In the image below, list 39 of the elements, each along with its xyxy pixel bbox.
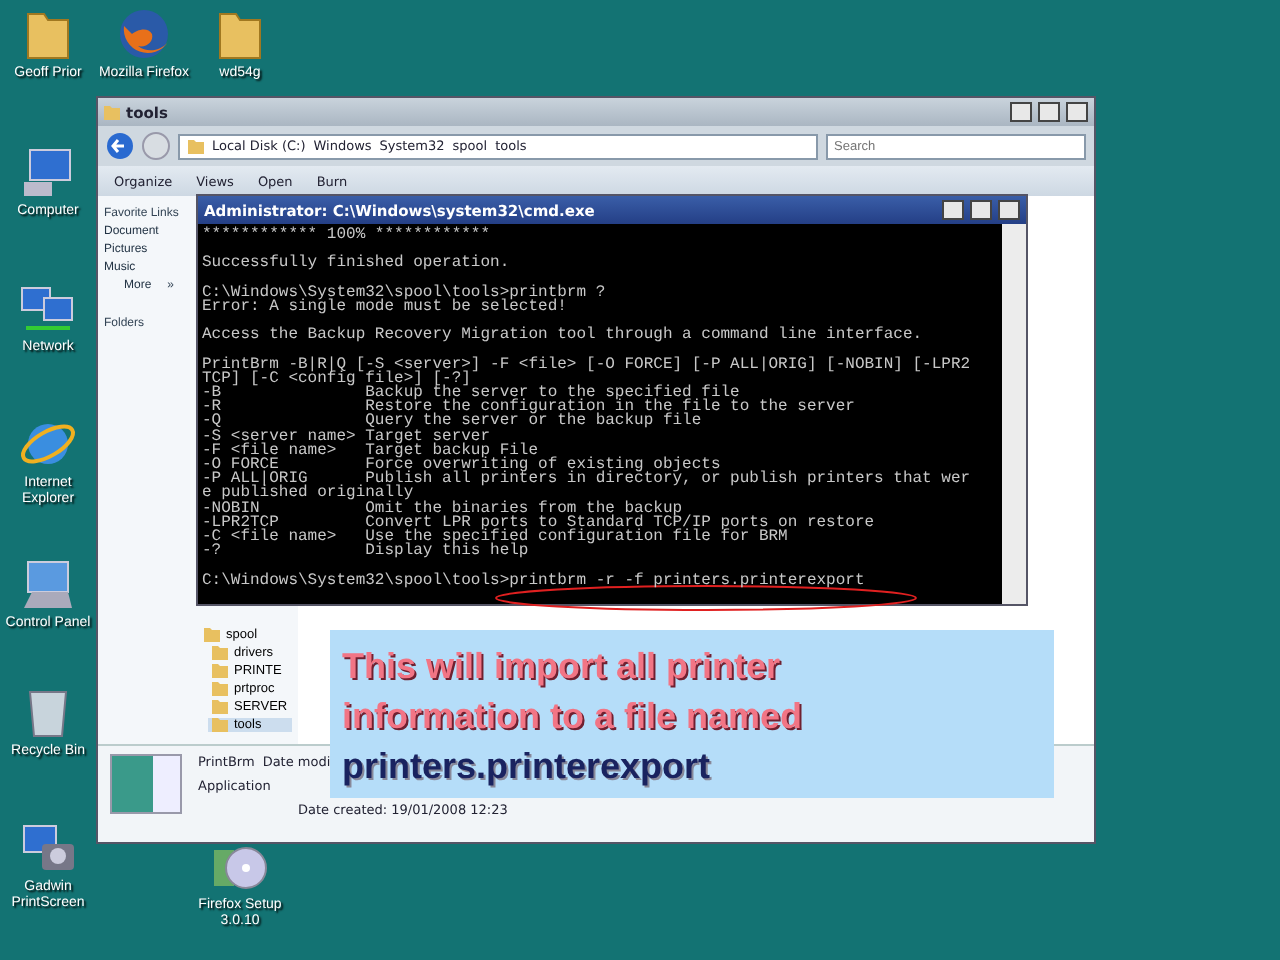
maximize-button[interactable]	[970, 200, 992, 220]
console-line: C:\Windows\System32\spool\tools>printbrm ?	[202, 285, 606, 300]
minimize-button[interactable]	[942, 200, 964, 220]
console-line: ************ 100% ************	[202, 228, 491, 243]
console-line: -NOBIN Omit the binaries from the backup	[202, 501, 683, 516]
callout-text: printers.printerexport	[342, 744, 711, 790]
console-line: Successfully finished operation.	[202, 256, 510, 272]
console-line: Access the Backup Recovery Migration tool through a command line interface.	[202, 328, 923, 343]
console-line: PrintBrm -B|R|Q [-S <server>] -F <file> [-O FORCE] [-P ALL|ORIG] [-NOBIN] [-LPR2	[202, 357, 971, 372]
close-button[interactable]	[998, 200, 1020, 220]
maximize-button[interactable]	[1038, 102, 1060, 122]
computer-icon	[20, 144, 76, 200]
console-line: -R Restore the configuration in the file to the server	[202, 400, 855, 415]
camera-icon	[18, 820, 78, 876]
console-line: -C <file name> Use the specified configuration file for BRM	[202, 529, 788, 545]
console-line: C:\Windows\System32\spool\tools>printbrm -r -f printers.printerexport	[202, 573, 865, 588]
console-line: -O FORCE Force overwriting of existing objects	[202, 458, 721, 473]
console-line: -Q Query the server or the backup file	[202, 414, 702, 430]
close-button[interactable]	[1066, 102, 1088, 122]
folder-icon	[188, 139, 204, 153]
console-line: -P ALL|ORIG Publish all printers in directory, or publish printers that wer	[202, 472, 971, 487]
cd-icon	[210, 842, 270, 894]
console-line: -B Backup the server to the specified file	[202, 386, 740, 401]
file-thumbnail	[110, 754, 182, 814]
console-line: e published originally	[202, 486, 414, 502]
folder-icon	[104, 105, 120, 119]
console-line: TCP] [-C <config file>] [-?]	[202, 371, 471, 387]
console-line: -? Display this help	[202, 544, 529, 559]
console-line: -LPR2TCP Convert LPR ports to Standard TCP/IP ports on restore	[202, 515, 875, 530]
minimize-button[interactable]	[1010, 102, 1032, 122]
callout-text: information to a file named	[342, 694, 803, 740]
scrollbar[interactable]	[1002, 224, 1026, 604]
back-icon[interactable]	[106, 132, 134, 160]
console-line: -F <file name> Target backup File	[202, 443, 539, 458]
callout-text: This will import all printer	[342, 644, 781, 690]
console-line: -S <server name> Target server	[202, 429, 491, 444]
control-panel-icon	[20, 556, 76, 612]
fox-globe-icon	[116, 6, 172, 62]
console-line: Error: A single mode must be selected!	[202, 299, 567, 315]
